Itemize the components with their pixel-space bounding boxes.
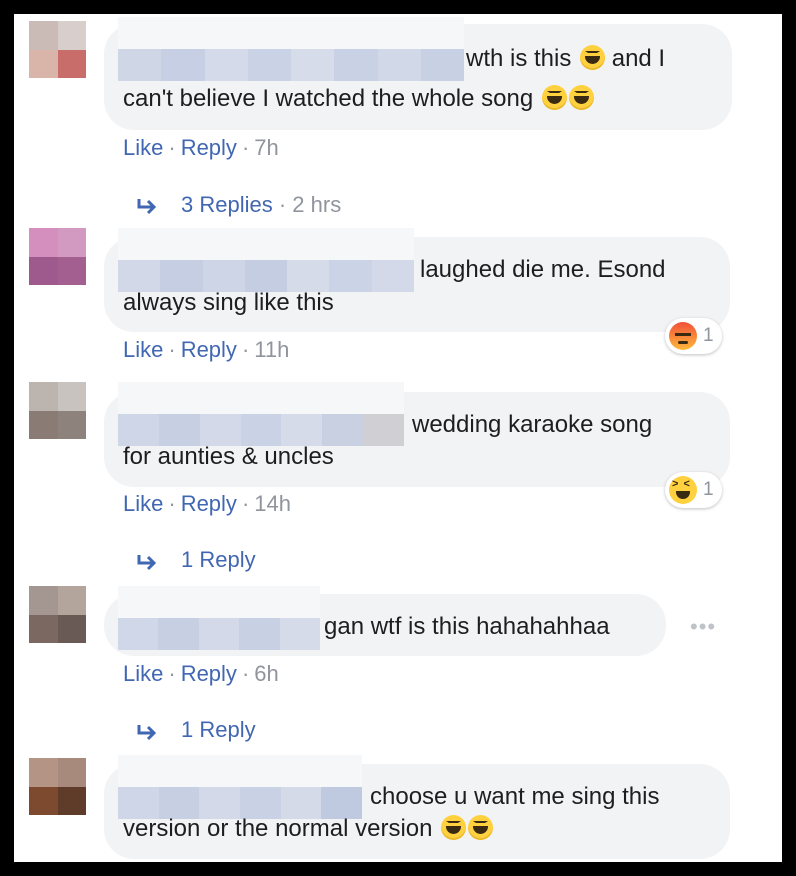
reply-link[interactable]: Reply [181,337,237,362]
reply-arrow-icon [137,555,157,571]
more-options-icon[interactable]: ••• [690,614,716,640]
view-replies-link[interactable]: 1 Reply [181,716,256,744]
reply-arrow-icon [137,199,157,215]
reaction-count-badge[interactable]: 1 [665,472,722,508]
comment-text-line2: for aunties & uncles [123,443,334,470]
laughing-tears-emoji-icon [541,85,567,110]
comment-actions: Like · Reply · 14h [123,491,291,516]
like-link[interactable]: Like [123,491,163,516]
comment-actions: Like · Reply · 7h [123,135,279,160]
comment-timestamp[interactable]: 7h [254,135,278,160]
comment-text: choose u want me sing this [370,783,660,810]
like-link[interactable]: Like [123,337,163,362]
avatar[interactable] [29,228,86,285]
view-replies-link[interactable]: 3 Replies · 2 hrs [181,191,341,219]
blurred-commenter-name[interactable] [118,382,404,446]
avatar[interactable] [29,21,86,78]
comment-text: gan wtf is this hahahahhaa [324,613,610,640]
comment-timestamp[interactable]: 11h [254,337,289,362]
blurred-commenter-name[interactable] [118,586,320,650]
view-replies-link[interactable]: 1 Reply [181,546,256,574]
laughing-tears-emoji-icon [568,85,594,110]
laughing-squint-reaction-icon [669,476,697,504]
reply-link[interactable]: Reply [181,661,237,686]
comment-timestamp[interactable]: 6h [254,661,278,686]
laughing-tears-emoji-icon [441,815,467,840]
angry-reaction-icon [669,322,697,350]
comment-actions: Like · Reply · 11h [123,337,290,362]
comment-text-line2: version or the normal version [123,813,494,845]
laughing-tears-emoji-icon [580,45,606,70]
blurred-commenter-name[interactable] [118,755,362,819]
comment-text: wedding karaoke song [412,411,653,438]
comment-timestamp[interactable]: 14h [254,491,291,516]
avatar[interactable] [29,586,86,643]
like-link[interactable]: Like [123,661,163,686]
reaction-count-badge[interactable]: 1 [665,318,722,354]
like-link[interactable]: Like [123,135,163,160]
avatar[interactable] [29,758,86,815]
comments-panel: wth is this and I can't believe I watche… [14,14,782,862]
comment-text: wth is this and I [466,45,666,72]
comment-text: laughed die me. Esond [420,256,666,283]
comment-text-line2: can't believe I watched the whole song [123,83,594,115]
reply-link[interactable]: Reply [181,135,237,160]
reply-link[interactable]: Reply [181,491,237,516]
avatar[interactable] [29,382,86,439]
blurred-commenter-name[interactable] [118,228,414,292]
comment-text-line2: always sing like this [123,289,334,316]
comment-actions: Like · Reply · 6h [123,661,279,686]
blurred-commenter-name[interactable] [118,17,464,81]
reply-arrow-icon [137,725,157,741]
laughing-tears-emoji-icon [468,815,494,840]
